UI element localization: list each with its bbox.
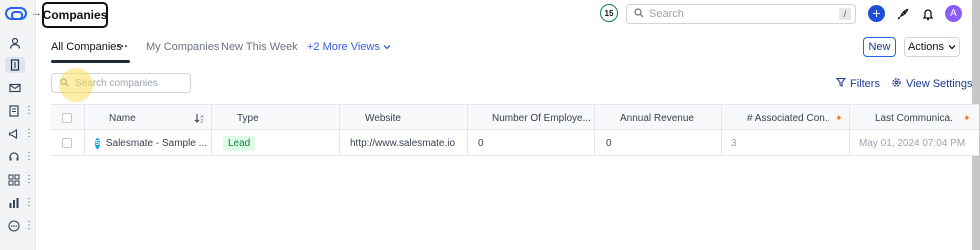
filters-button[interactable]: Filters (835, 77, 880, 90)
column-header-associated[interactable]: # Associated Con... (747, 105, 829, 131)
column-header-last-communication[interactable]: Last Communica... (875, 105, 953, 131)
more-dots-icon[interactable]: ⋮ (24, 129, 34, 139)
cell-employees: 0 (478, 137, 484, 149)
column-header-name[interactable]: Name (109, 105, 136, 131)
chevron-down-icon (383, 41, 391, 53)
tab-new-this-week[interactable]: New This Week (221, 41, 298, 53)
document-icon (8, 105, 20, 118)
cell-name[interactable]: S Salesmate - Sample ... (95, 130, 207, 156)
bell-icon[interactable] (921, 7, 935, 21)
search-companies-input[interactable] (75, 77, 185, 89)
ai-sparkle-icon[interactable]: ✦ (963, 113, 971, 124)
chevron-down-icon (948, 41, 956, 53)
column-header-type[interactable]: Type (237, 105, 259, 131)
gear-icon (891, 77, 902, 91)
rail-email[interactable] (8, 80, 34, 96)
companies-table: Name AZ Type Website Number Of Employe..… (51, 104, 979, 156)
tab-more-icon[interactable]: ··· (117, 41, 128, 53)
column-header-website[interactable]: Website (365, 105, 401, 131)
search-shortcut-key: / (839, 8, 851, 20)
status-badge: Lead (223, 135, 256, 151)
more-dots-icon[interactable]: ⋮ (24, 106, 34, 116)
rail-notes[interactable]: ⋮ (8, 103, 34, 119)
table-header-row: Name AZ Type Website Number Of Employe..… (51, 104, 979, 131)
page-title: Companies (42, 2, 108, 28)
chart-icon (8, 197, 20, 210)
tab-all-companies[interactable]: All Companies (51, 41, 122, 53)
more-circle-icon (8, 220, 20, 233)
cell-last-communication: May 01, 2024 07:04 PM (859, 137, 966, 149)
mail-icon (8, 82, 21, 95)
sort-icon[interactable]: AZ (194, 105, 206, 131)
search-companies-field[interactable] (51, 73, 191, 93)
left-rail: ⋮ ⋮ ⋮ ⋮ ⋮ ⋮ (0, 0, 36, 250)
rail-apps[interactable]: ⋮ (8, 172, 34, 188)
avatar[interactable]: A (945, 5, 962, 22)
notification-count-badge[interactable]: 15 (600, 4, 618, 22)
row-checkbox[interactable] (62, 130, 72, 156)
column-header-revenue[interactable]: Annual Revenue (620, 105, 694, 131)
expand-arrow-icon[interactable]: → (31, 7, 42, 19)
cell-associated: 3 (731, 137, 737, 149)
building-icon (9, 59, 22, 72)
company-logo-icon: S (95, 137, 100, 149)
actions-dropdown[interactable]: Actions (904, 37, 960, 57)
add-new-button[interactable]: + (868, 5, 885, 22)
table-row[interactable]: S Salesmate - Sample ... Lead http://www… (51, 130, 979, 156)
more-views-dropdown[interactable]: +2 More Views (307, 41, 391, 53)
rail-more[interactable]: ⋮ (8, 218, 34, 234)
rail-campaigns[interactable]: ⋮ (8, 126, 34, 142)
app-logo-icon[interactable] (5, 7, 27, 20)
global-search-input[interactable] (649, 8, 829, 20)
search-icon (60, 76, 69, 90)
rail-companies[interactable] (5, 57, 25, 73)
more-dots-icon[interactable]: ⋮ (24, 198, 34, 208)
more-views-label: +2 More Views (307, 41, 380, 53)
rail-reports[interactable]: ⋮ (8, 195, 34, 211)
new-button[interactable]: New (863, 37, 896, 57)
filter-icon (835, 77, 847, 90)
cell-type: Lead (223, 130, 256, 156)
column-header-employees[interactable]: Number Of Employe... (492, 105, 592, 131)
actions-label: Actions (907, 41, 945, 53)
cell-website[interactable]: http://www.salesmate.io (350, 130, 455, 156)
company-name-link[interactable]: Salesmate - Sample ... (106, 138, 207, 149)
view-settings-label: View Settings (906, 78, 973, 90)
search-icon (634, 7, 644, 21)
person-icon (8, 37, 21, 50)
tab-my-companies[interactable]: My Companies (146, 41, 219, 53)
filters-label: Filters (850, 77, 880, 90)
grid-icon (8, 174, 20, 187)
headset-icon (8, 151, 20, 164)
more-dots-icon[interactable]: ⋮ (24, 152, 34, 162)
select-all-checkbox[interactable] (62, 105, 72, 131)
rail-contacts[interactable] (8, 35, 34, 51)
page-title-text: Companies (42, 8, 108, 22)
more-dots-icon[interactable]: ⋮ (24, 175, 34, 185)
rocket-icon[interactable] (895, 7, 909, 21)
more-dots-icon[interactable]: ⋮ (24, 221, 34, 231)
view-settings-button[interactable]: View Settings (891, 77, 972, 91)
active-tab-indicator (51, 60, 130, 63)
cell-revenue: 0 (606, 137, 612, 149)
global-search[interactable]: / (626, 4, 856, 24)
megaphone-icon (8, 128, 20, 141)
rail-support[interactable]: ⋮ (8, 149, 34, 165)
ai-sparkle-icon[interactable]: ✦ (835, 113, 843, 124)
svg-text:Z: Z (201, 119, 204, 124)
